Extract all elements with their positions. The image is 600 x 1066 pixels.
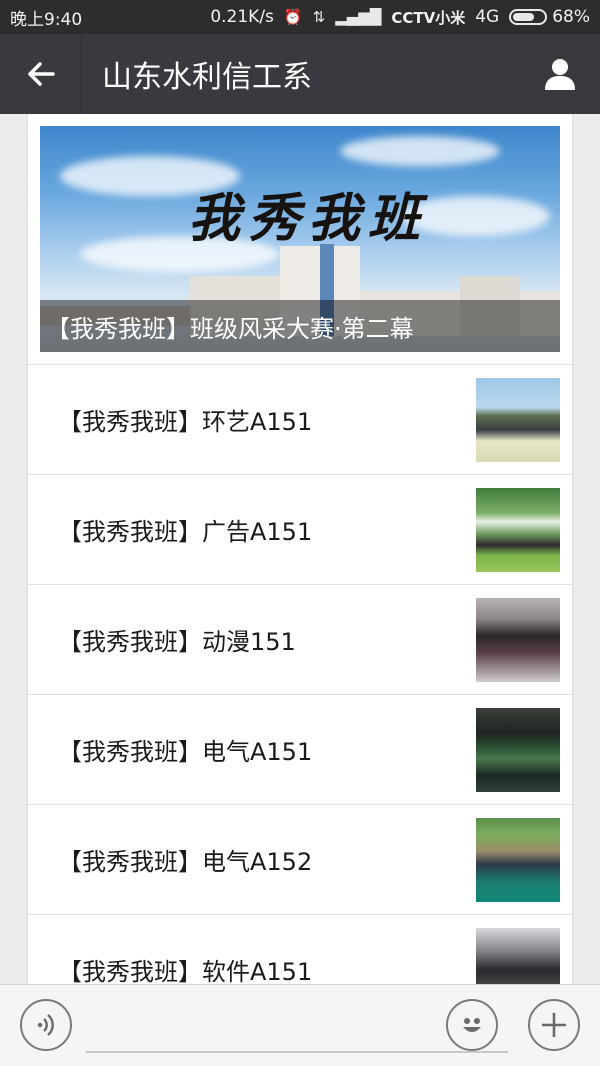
article-title: 【我秀我班】动漫151	[58, 628, 296, 656]
article-thumbnail	[476, 377, 560, 462]
article-thumbnail	[476, 597, 560, 682]
article-title: 【我秀我班】电气A152	[58, 848, 313, 876]
plus-icon	[542, 1013, 566, 1037]
voice-button[interactable]	[20, 999, 72, 1051]
list-item[interactable]: 【我秀我班】环艺A151	[28, 364, 572, 474]
carrier-name: CCTV小米	[391, 8, 466, 27]
article-list-container[interactable]: 我秀我班 【我秀我班】班级风采大赛·第二幕 【我秀我班】环艺A151 【我秀我班…	[0, 114, 600, 984]
data-transfer-icon: ⇅	[312, 8, 326, 26]
network-type: 4G	[475, 7, 500, 27]
battery-percent: 68%	[552, 7, 590, 27]
article-thumbnail	[476, 927, 560, 984]
cover-calligraphy: 我秀我班	[188, 188, 429, 249]
article-thumbnail	[476, 707, 560, 792]
add-button[interactable]	[528, 999, 580, 1051]
alarm-icon: ⏰	[283, 8, 303, 26]
article-title: 【我秀我班】电气A151	[58, 738, 313, 766]
list-item[interactable]: 【我秀我班】电气A151	[28, 694, 572, 804]
article-card: 我秀我班 【我秀我班】班级风采大赛·第二幕 【我秀我班】环艺A151 【我秀我班…	[27, 114, 573, 984]
battery-icon	[509, 9, 548, 25]
person-icon	[545, 59, 575, 90]
page-title: 山东水利信工系	[102, 60, 312, 95]
voice-icon	[37, 1014, 54, 1036]
back-button[interactable]	[0, 34, 82, 114]
cover-article[interactable]: 我秀我班 【我秀我班】班级风采大赛·第二幕	[40, 126, 560, 352]
emoji-icon	[463, 1018, 481, 1032]
article-title: 【我秀我班】广告A151	[58, 518, 313, 546]
arrow-left-icon	[27, 62, 55, 86]
profile-button[interactable]	[520, 34, 600, 114]
list-item[interactable]: 【我秀我班】动漫151	[28, 584, 572, 694]
bottom-input-bar	[0, 984, 600, 1066]
signal-icon: ▂▄▆█	[335, 8, 382, 26]
network-speed: 0.21K/s	[210, 7, 274, 27]
list-item[interactable]: 【我秀我班】软件A151	[28, 914, 572, 984]
article-title: 【我秀我班】软件A151	[58, 958, 313, 984]
article-thumbnail	[476, 487, 560, 572]
cover-caption: 【我秀我班】班级风采大赛·第二幕	[40, 300, 560, 352]
list-item[interactable]: 【我秀我班】电气A152	[28, 804, 572, 914]
article-title: 【我秀我班】环艺A151	[58, 408, 313, 436]
article-thumbnail	[476, 817, 560, 902]
status-bar: 晚上9:40 0.21K/s ⏰ ⇅ ▂▄▆█ CCTV小米 4G 68%	[0, 0, 600, 34]
list-item[interactable]: 【我秀我班】广告A151	[28, 474, 572, 584]
message-input[interactable]	[86, 1051, 508, 1053]
title-bar: 山东水利信工系	[0, 34, 600, 114]
emoji-button[interactable]	[446, 999, 498, 1051]
status-time: 晚上9:40	[10, 9, 83, 30]
